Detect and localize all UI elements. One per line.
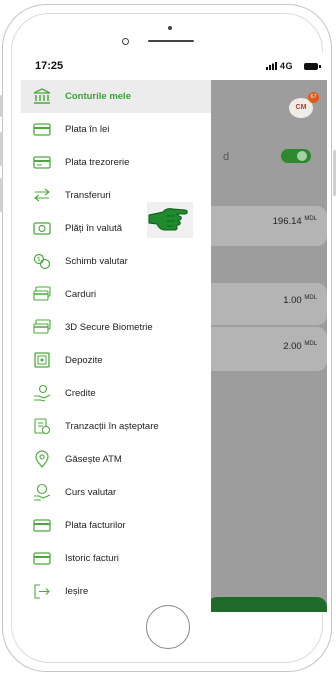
menu-item-label: Ieșire <box>65 586 89 597</box>
menu-item-label: Schimb valutar <box>65 256 128 267</box>
cards-icon <box>32 285 52 303</box>
account-amount: 2.00 MDL <box>283 341 317 352</box>
menu-item[interactable]: $ Schimb valutar <box>21 245 211 278</box>
proximity-sensor <box>168 26 172 30</box>
menu-item[interactable]: Găsește ATM <box>21 443 211 476</box>
signal-bars-icon <box>266 62 277 70</box>
account-amount: 1.00 MDL <box>283 295 317 306</box>
signal-network-indicator: 4G <box>266 61 293 71</box>
menu-item[interactable]: Plata trezorerie <box>21 146 211 179</box>
network-type: 4G <box>280 61 294 71</box>
exchange-rate-icon <box>32 483 52 501</box>
menu-item-label: Curs valutar <box>65 487 117 498</box>
menu-item[interactable]: Depozite <box>21 344 211 377</box>
currency-exchange-icon: $ <box>32 252 52 270</box>
menu-item-label: Plăți în valută <box>65 223 123 234</box>
menu-item[interactable]: Credite <box>21 377 211 410</box>
screen: 17:25 4G CM 67 d 196.14 MDL 1.00 MDL 2.0… <box>21 52 327 612</box>
menu-item[interactable]: Plata facturilor <box>21 509 211 542</box>
menu-item-label: Istoric facturi <box>65 553 119 564</box>
menu-item[interactable]: Ieșire <box>21 575 211 608</box>
menu-item[interactable]: Tranzacții în așteptare <box>21 410 211 443</box>
battery-icon <box>304 63 321 70</box>
menu-item-label: Depozite <box>65 355 103 366</box>
home-button[interactable] <box>146 605 190 649</box>
treasury-payment-icon <box>32 153 52 171</box>
menu-item-label: Găsește ATM <box>65 454 122 465</box>
menu-item-label: Plata facturilor <box>65 520 126 531</box>
transfer-arrows-icon <box>32 186 52 204</box>
menu-item[interactable]: Istoric facturi <box>21 542 211 575</box>
menu-item-label: Plata trezorerie <box>65 157 130 168</box>
phone-side-button <box>0 95 3 117</box>
currency-payment-icon <box>32 219 52 237</box>
deposit-icon <box>32 351 52 369</box>
card-payment-icon <box>32 120 52 138</box>
bill-history-icon <box>32 549 52 567</box>
account-amount: 196.14 MDL <box>272 216 317 227</box>
menu-item[interactable]: 3D Secure Biometrie <box>21 311 211 344</box>
pending-transactions-icon <box>32 417 52 435</box>
bill-payment-icon <box>32 516 52 534</box>
pointing-hand-icon <box>147 202 193 238</box>
status-time: 17:25 <box>35 60 64 72</box>
status-bar: 17:25 4G <box>21 52 327 80</box>
menu-item[interactable]: Curs valutar <box>21 476 211 509</box>
menu-item-label: Plata în lei <box>65 124 110 135</box>
menu-item-label: Credite <box>65 388 96 399</box>
location-pin-icon <box>32 450 52 468</box>
menu-item[interactable]: Plata în lei <box>21 113 211 146</box>
bottom-action-bar[interactable] <box>207 597 327 612</box>
menu-item[interactable]: Carduri <box>21 278 211 311</box>
background-partial-label: d <box>223 151 230 163</box>
front-camera <box>122 38 129 45</box>
logout-icon <box>32 582 52 600</box>
phone-volume-down-button <box>0 178 3 212</box>
bank-icon <box>32 87 52 105</box>
notification-badge: 67 <box>308 92 319 103</box>
earpiece-speaker <box>148 40 194 42</box>
menu-item-label: Carduri <box>65 289 97 300</box>
menu-item-label: 3D Secure Biometrie <box>65 322 153 333</box>
menu-item[interactable]: Conturile mele <box>21 80 211 113</box>
menu-item-label: Transferuri <box>65 190 111 201</box>
menu-item-label: Tranzacții în așteptare <box>65 421 159 432</box>
credit-hand-icon <box>32 384 52 402</box>
secure-card-icon <box>32 318 52 336</box>
phone-volume-up-button <box>0 132 3 166</box>
navigation-drawer: Conturile mele Plata în lei Plata trezorer… <box>21 80 211 612</box>
svg-text:$: $ <box>37 256 41 263</box>
menu-item-label: Conturile mele <box>65 91 131 102</box>
toggle-knob <box>297 151 307 161</box>
